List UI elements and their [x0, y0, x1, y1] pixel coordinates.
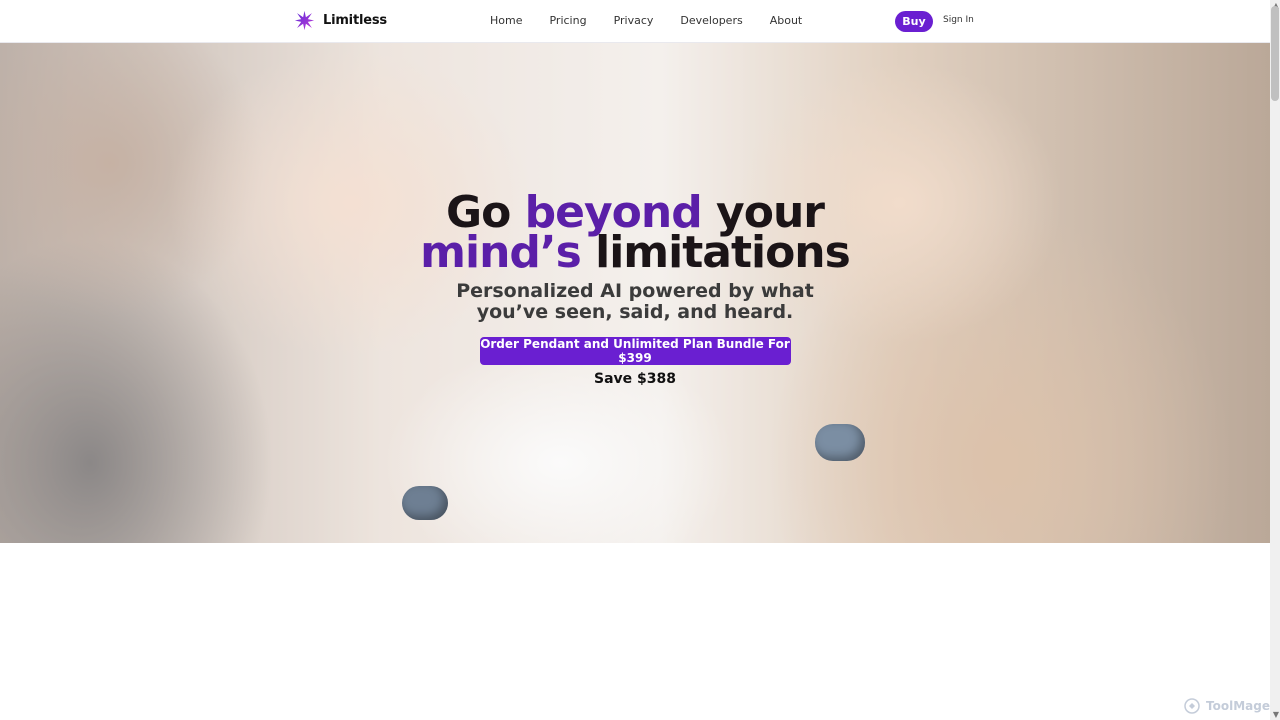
- page-scrollbar[interactable]: ▲ ▼: [1270, 0, 1280, 720]
- nav-pricing[interactable]: Pricing: [549, 14, 586, 27]
- hero-subtitle-line-1: Personalized AI powered by what: [456, 280, 814, 302]
- nav-home[interactable]: Home: [490, 14, 522, 27]
- main-nav: Home Pricing Privacy Developers About: [490, 14, 802, 27]
- headline-minds: mind’s: [420, 227, 582, 278]
- hero-headline: Go beyond your mind’s limitations: [0, 191, 1270, 275]
- nav-about[interactable]: About: [770, 14, 803, 27]
- hero-section: Go beyond your mind’s limitations Person…: [0, 43, 1270, 543]
- toolmage-logo-icon: [1184, 698, 1200, 714]
- scroll-down-arrow-icon[interactable]: ▼: [1273, 710, 1279, 719]
- hero-subtitle-line-2: you’ve seen, said, and heard.: [476, 301, 794, 323]
- buy-button[interactable]: Buy: [895, 11, 933, 32]
- top-navbar: Limitless Home Pricing Privacy Developer…: [0, 0, 1270, 43]
- limitless-logo-icon: [294, 10, 315, 31]
- pendant-image-left: [402, 486, 448, 520]
- watermark-text: ToolMage: [1206, 699, 1270, 713]
- brand[interactable]: Limitless: [294, 10, 387, 31]
- nav-privacy[interactable]: Privacy: [614, 14, 654, 27]
- scroll-thumb[interactable]: [1271, 6, 1279, 101]
- headline-limitations: limitations: [580, 227, 851, 278]
- pendant-image-right: [815, 424, 865, 461]
- hero-content: Go beyond your mind’s limitations Person…: [0, 191, 1270, 388]
- hero-subtitle: Personalized AI powered by what you’ve s…: [0, 281, 1270, 323]
- brand-name: Limitless: [323, 13, 387, 28]
- order-bundle-button[interactable]: Order Pendant and Unlimited Plan Bundle …: [479, 337, 791, 365]
- nav-developers[interactable]: Developers: [680, 14, 742, 27]
- sign-in-link[interactable]: Sign In: [943, 15, 974, 25]
- save-amount: Save $388: [594, 371, 676, 387]
- toolmage-watermark: ToolMage: [1184, 698, 1270, 714]
